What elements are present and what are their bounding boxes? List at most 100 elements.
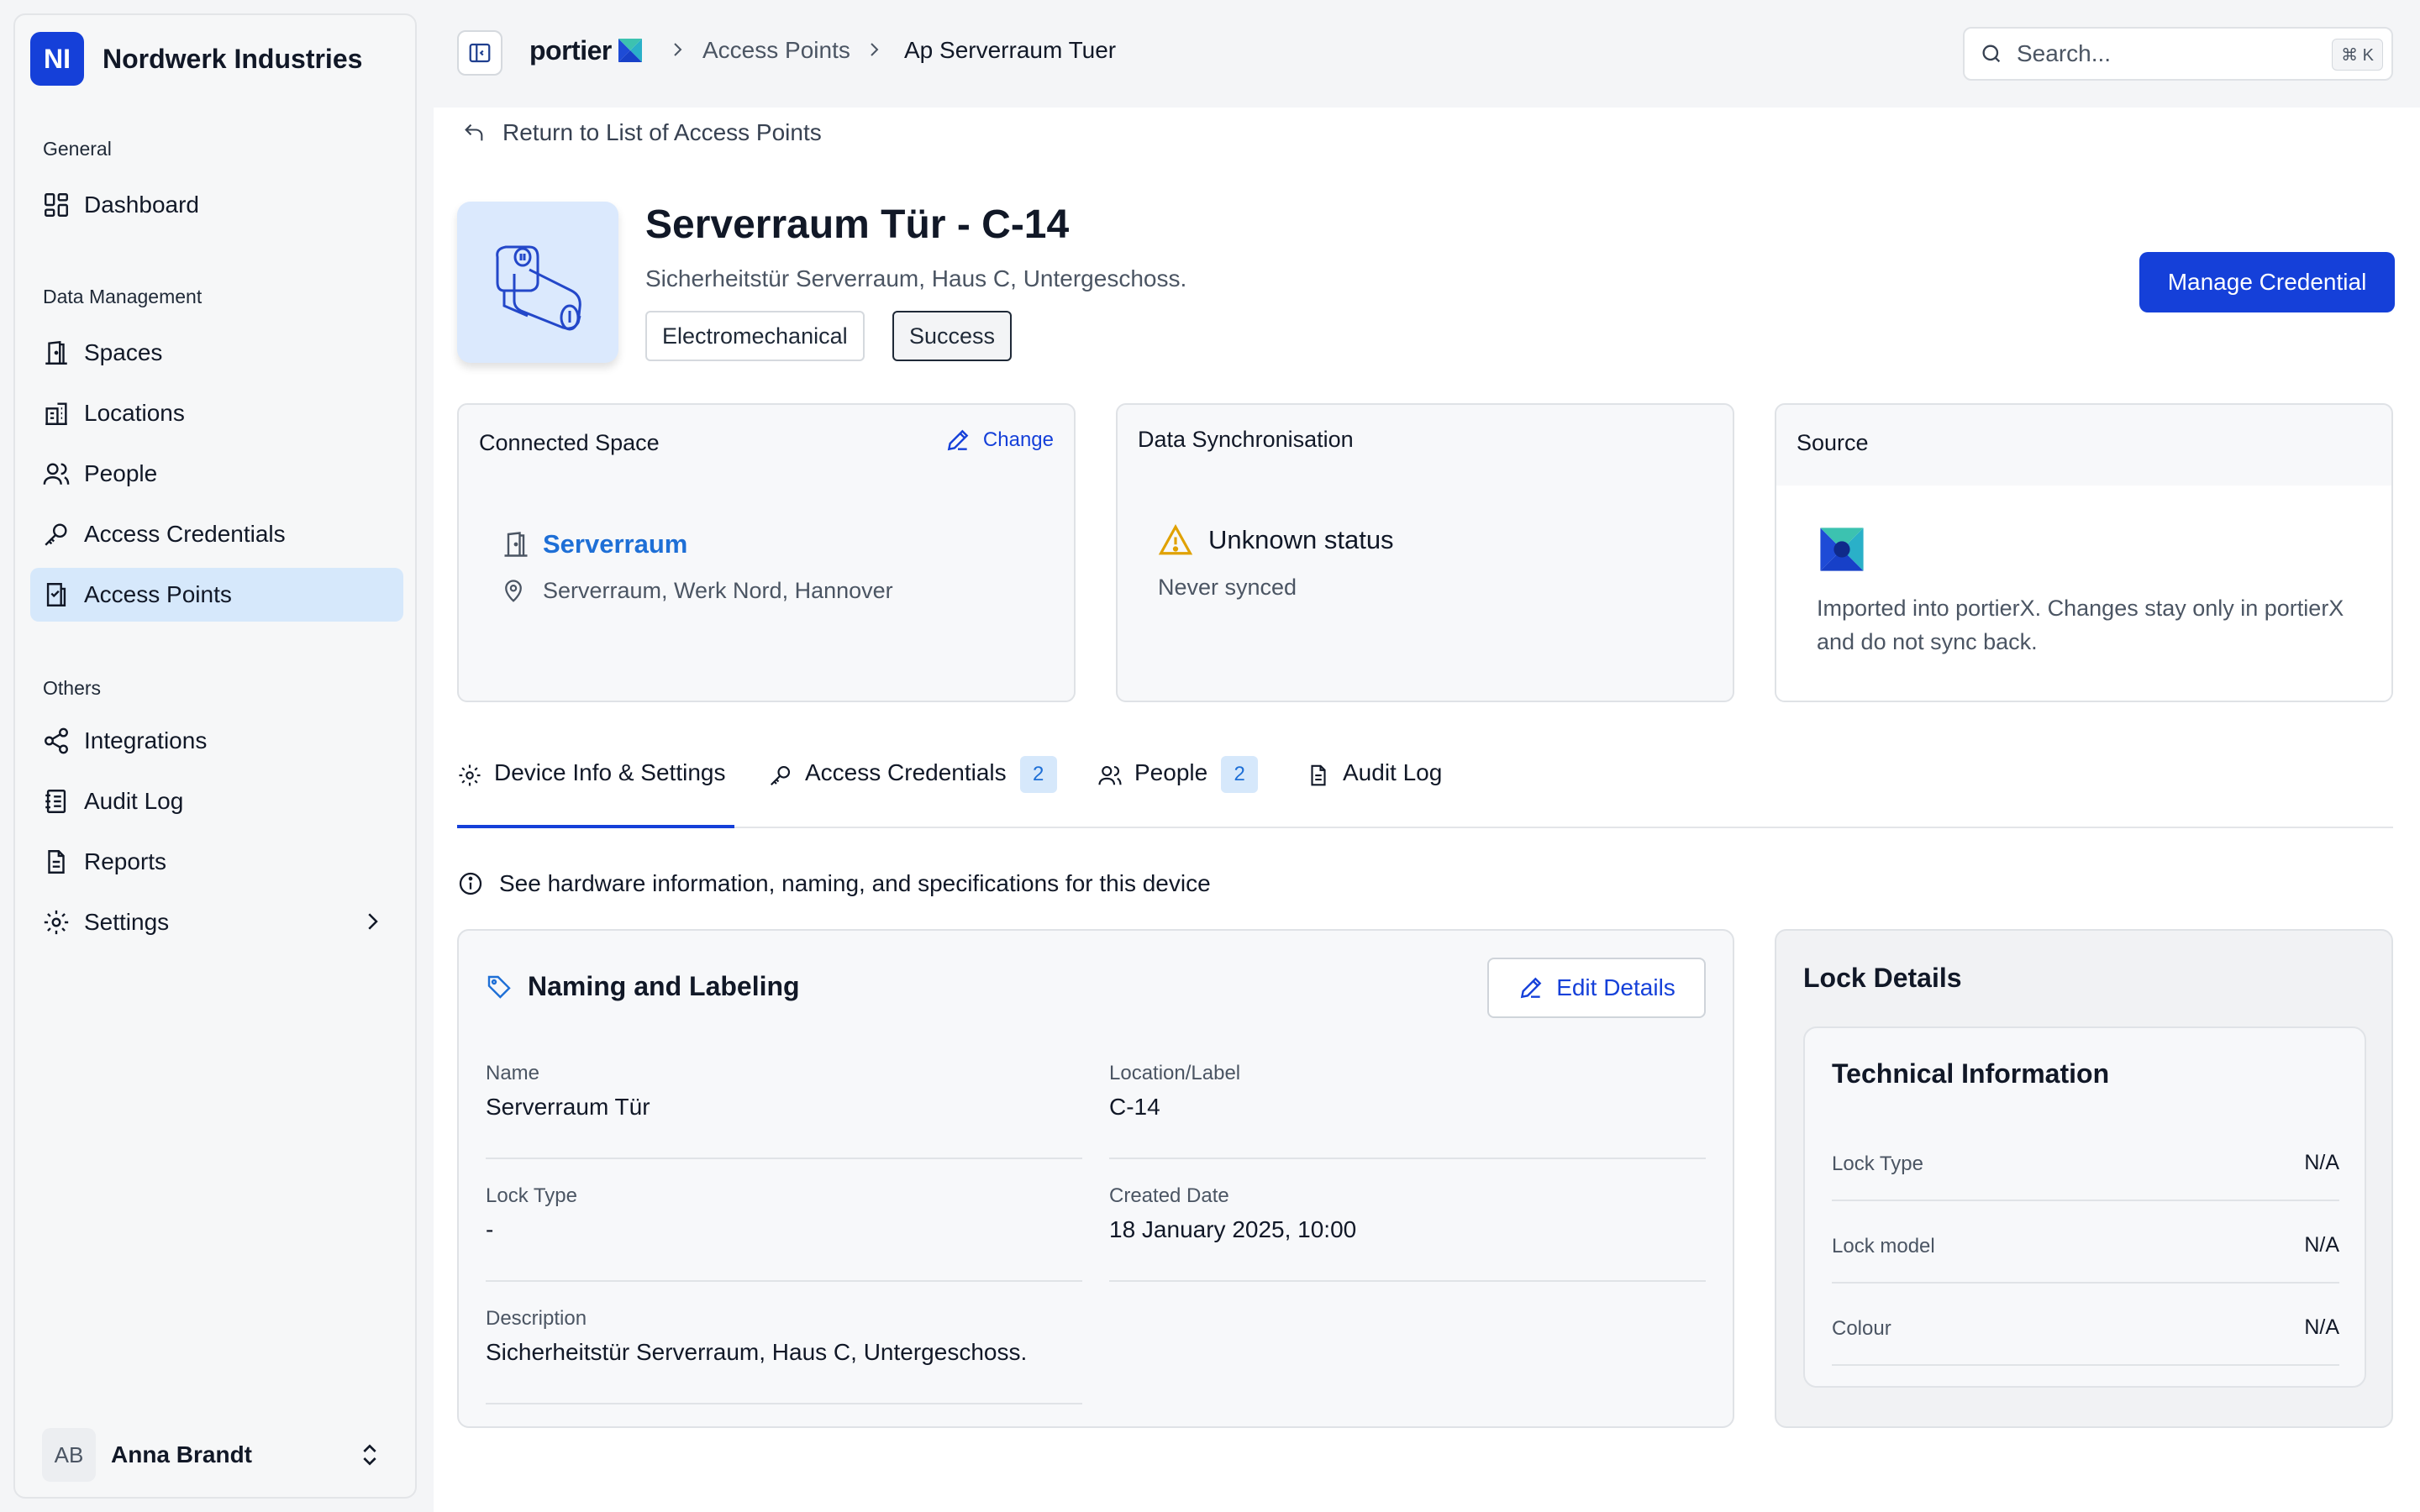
back-to-list-link[interactable]: Return to List of Access Points — [462, 119, 822, 146]
naming-card: Naming and Labeling Edit Details Name Se… — [457, 929, 1734, 1428]
tech-row-lock-model: Lock model N/A — [1832, 1201, 2339, 1284]
tab-label: People — [1134, 759, 1208, 785]
breadcrumb-access-points[interactable]: Access Points — [702, 37, 850, 64]
page-subtitle: Sicherheitstür Serverraum, Haus C, Unter… — [645, 265, 1187, 291]
sidebar-toggle-button[interactable] — [457, 30, 502, 76]
info-hint-text: See hardware information, naming, and sp… — [499, 870, 1211, 896]
technical-info-card: Technical Information Lock Type N/A Lock… — [1803, 1026, 2366, 1388]
dashboard-icon — [45, 193, 68, 217]
building-icon — [45, 402, 67, 425]
source-card: Source Imported into portierX. Changes s… — [1775, 403, 2393, 702]
sidebar-item-audit-log[interactable]: Audit Log — [30, 774, 403, 828]
source-body: Imported into portierX. Changes stay onl… — [1776, 486, 2391, 701]
change-space-button[interactable]: Change — [944, 427, 1054, 454]
manage-credential-button[interactable]: Manage Credential — [2139, 252, 2395, 312]
space-name: Serverraum — [543, 529, 688, 559]
sidebar-item-settings[interactable]: Settings — [30, 895, 403, 949]
panel-left-icon — [469, 43, 491, 63]
field-label: Lock Type — [486, 1184, 577, 1207]
sidebar-item-label: Spaces — [84, 339, 163, 365]
field-label: Created Date — [1109, 1184, 1229, 1207]
edit-details-label: Edit Details — [1556, 974, 1676, 1000]
breadcrumb-current: Ap Serverraum Tuer — [904, 37, 1117, 63]
file-text-icon — [48, 850, 65, 874]
sidebar-item-spaces[interactable]: Spaces — [30, 326, 403, 380]
users-icon — [1098, 765, 1122, 785]
pencil-icon — [947, 429, 969, 451]
sidebar-item-label: Access Points — [84, 581, 232, 607]
tab-access-credentials[interactable]: Access Credentials 2 — [768, 756, 1057, 828]
portier-logo-text: portier — [529, 34, 612, 66]
tech-value: N/A — [2304, 1315, 2339, 1339]
key-icon — [45, 523, 67, 546]
sync-card: Data Synchronisation Unknown status Neve… — [1116, 403, 1734, 702]
workspace-switcher[interactable]: NI Nordwerk Industries — [30, 32, 362, 86]
field-label: Name — [486, 1062, 540, 1084]
return-arrow-icon — [465, 123, 483, 141]
back-link-label: Return to List of Access Points — [502, 119, 822, 145]
sidebar-item-people[interactable]: People — [30, 447, 403, 501]
user-name: Anna Brandt — [111, 1441, 252, 1467]
field-value: 18 January 2025, 10:00 — [1109, 1216, 1357, 1242]
file-text-icon — [1311, 764, 1326, 786]
search-input[interactable]: Search... ⌘ K — [1963, 27, 2393, 81]
pencil-icon — [1520, 977, 1542, 999]
type-badge: Electromechanical — [645, 311, 865, 361]
map-pin-icon — [505, 579, 522, 602]
sidebar-item-access-credentials[interactable]: Access Credentials — [30, 507, 403, 561]
sidebar: NI Nordwerk Industries General Dashboard… — [13, 13, 417, 1499]
user-menu[interactable]: AB Anna Brandt — [42, 1425, 395, 1485]
portier-logo[interactable]: portier — [529, 34, 647, 67]
page-title: Serverraum Tür - C-14 — [645, 202, 1070, 247]
search-shortcut: ⌘ K — [2332, 39, 2383, 71]
field-value: Serverraum Tür — [486, 1094, 650, 1120]
top-bar: portier Access Points Ap Serverraum Tuer… — [434, 0, 2420, 108]
lock-cylinder-icon — [496, 245, 581, 331]
door-icon — [45, 340, 67, 365]
sidebar-item-label: Settings — [84, 909, 170, 935]
info-hint: See hardware information, naming, and sp… — [457, 870, 1211, 897]
warning-icon — [1158, 524, 1193, 555]
sidebar-item-label: People — [84, 460, 158, 486]
tech-value: N/A — [2304, 1151, 2339, 1174]
sync-status-text: Unknown status — [1208, 525, 1394, 554]
tab-device-info[interactable]: Device Info & Settings — [457, 759, 734, 828]
sidebar-item-label: Access Credentials — [84, 521, 286, 547]
tech-key: Lock Type — [1832, 1152, 1923, 1175]
sidebar-item-dashboard[interactable]: Dashboard — [30, 178, 403, 232]
tab-audit-log[interactable]: Audit Log — [1306, 759, 1442, 828]
tech-row-lock-type: Lock Type N/A — [1832, 1119, 2339, 1201]
tab-people[interactable]: People 2 — [1097, 756, 1259, 828]
chevron-right-icon — [368, 913, 378, 930]
field-label: Location/Label — [1109, 1062, 1241, 1084]
sidebar-item-locations[interactable]: Locations — [30, 386, 403, 440]
edit-details-button[interactable]: Edit Details — [1487, 958, 1706, 1018]
search-icon — [1982, 45, 2001, 63]
workspace-name: Nordwerk Industries — [103, 43, 363, 74]
space-link[interactable]: Serverraum — [501, 529, 687, 559]
field-value: Sicherheitstür Serverraum, Haus C, Unter… — [486, 1339, 1028, 1365]
space-location: Serverraum, Werk Nord, Hannover — [501, 578, 893, 604]
sidebar-item-access-points[interactable]: Access Points — [30, 568, 403, 622]
space-location-text: Serverraum, Werk Nord, Hannover — [543, 578, 893, 603]
portier-x-icon — [618, 39, 642, 62]
field-value: C-14 — [1109, 1094, 1160, 1120]
field-label: Description — [486, 1307, 587, 1330]
sidebar-item-reports[interactable]: Reports — [30, 835, 403, 889]
tech-row-colour: Colour N/A — [1832, 1284, 2339, 1366]
field-name: Name Serverraum Tür — [486, 1037, 1082, 1159]
nav-section-others: Others — [43, 677, 102, 699]
info-icon — [459, 872, 482, 895]
card-title: Data Synchronisation — [1138, 427, 1354, 452]
tab-bar: Device Info & Settings Access Credential… — [457, 739, 2393, 828]
tech-key: Lock model — [1832, 1235, 1935, 1257]
sync-status: Unknown status — [1158, 522, 1394, 558]
tab-label: Audit Log — [1343, 759, 1443, 785]
key-icon — [770, 765, 791, 786]
naming-header: Naming and Labeling — [486, 971, 800, 1002]
door-icon — [504, 532, 528, 557]
change-label: Change — [982, 428, 1054, 451]
sync-detail: Never synced — [1158, 575, 1297, 600]
sidebar-item-integrations[interactable]: Integrations — [30, 714, 403, 768]
gear-icon — [459, 764, 481, 786]
